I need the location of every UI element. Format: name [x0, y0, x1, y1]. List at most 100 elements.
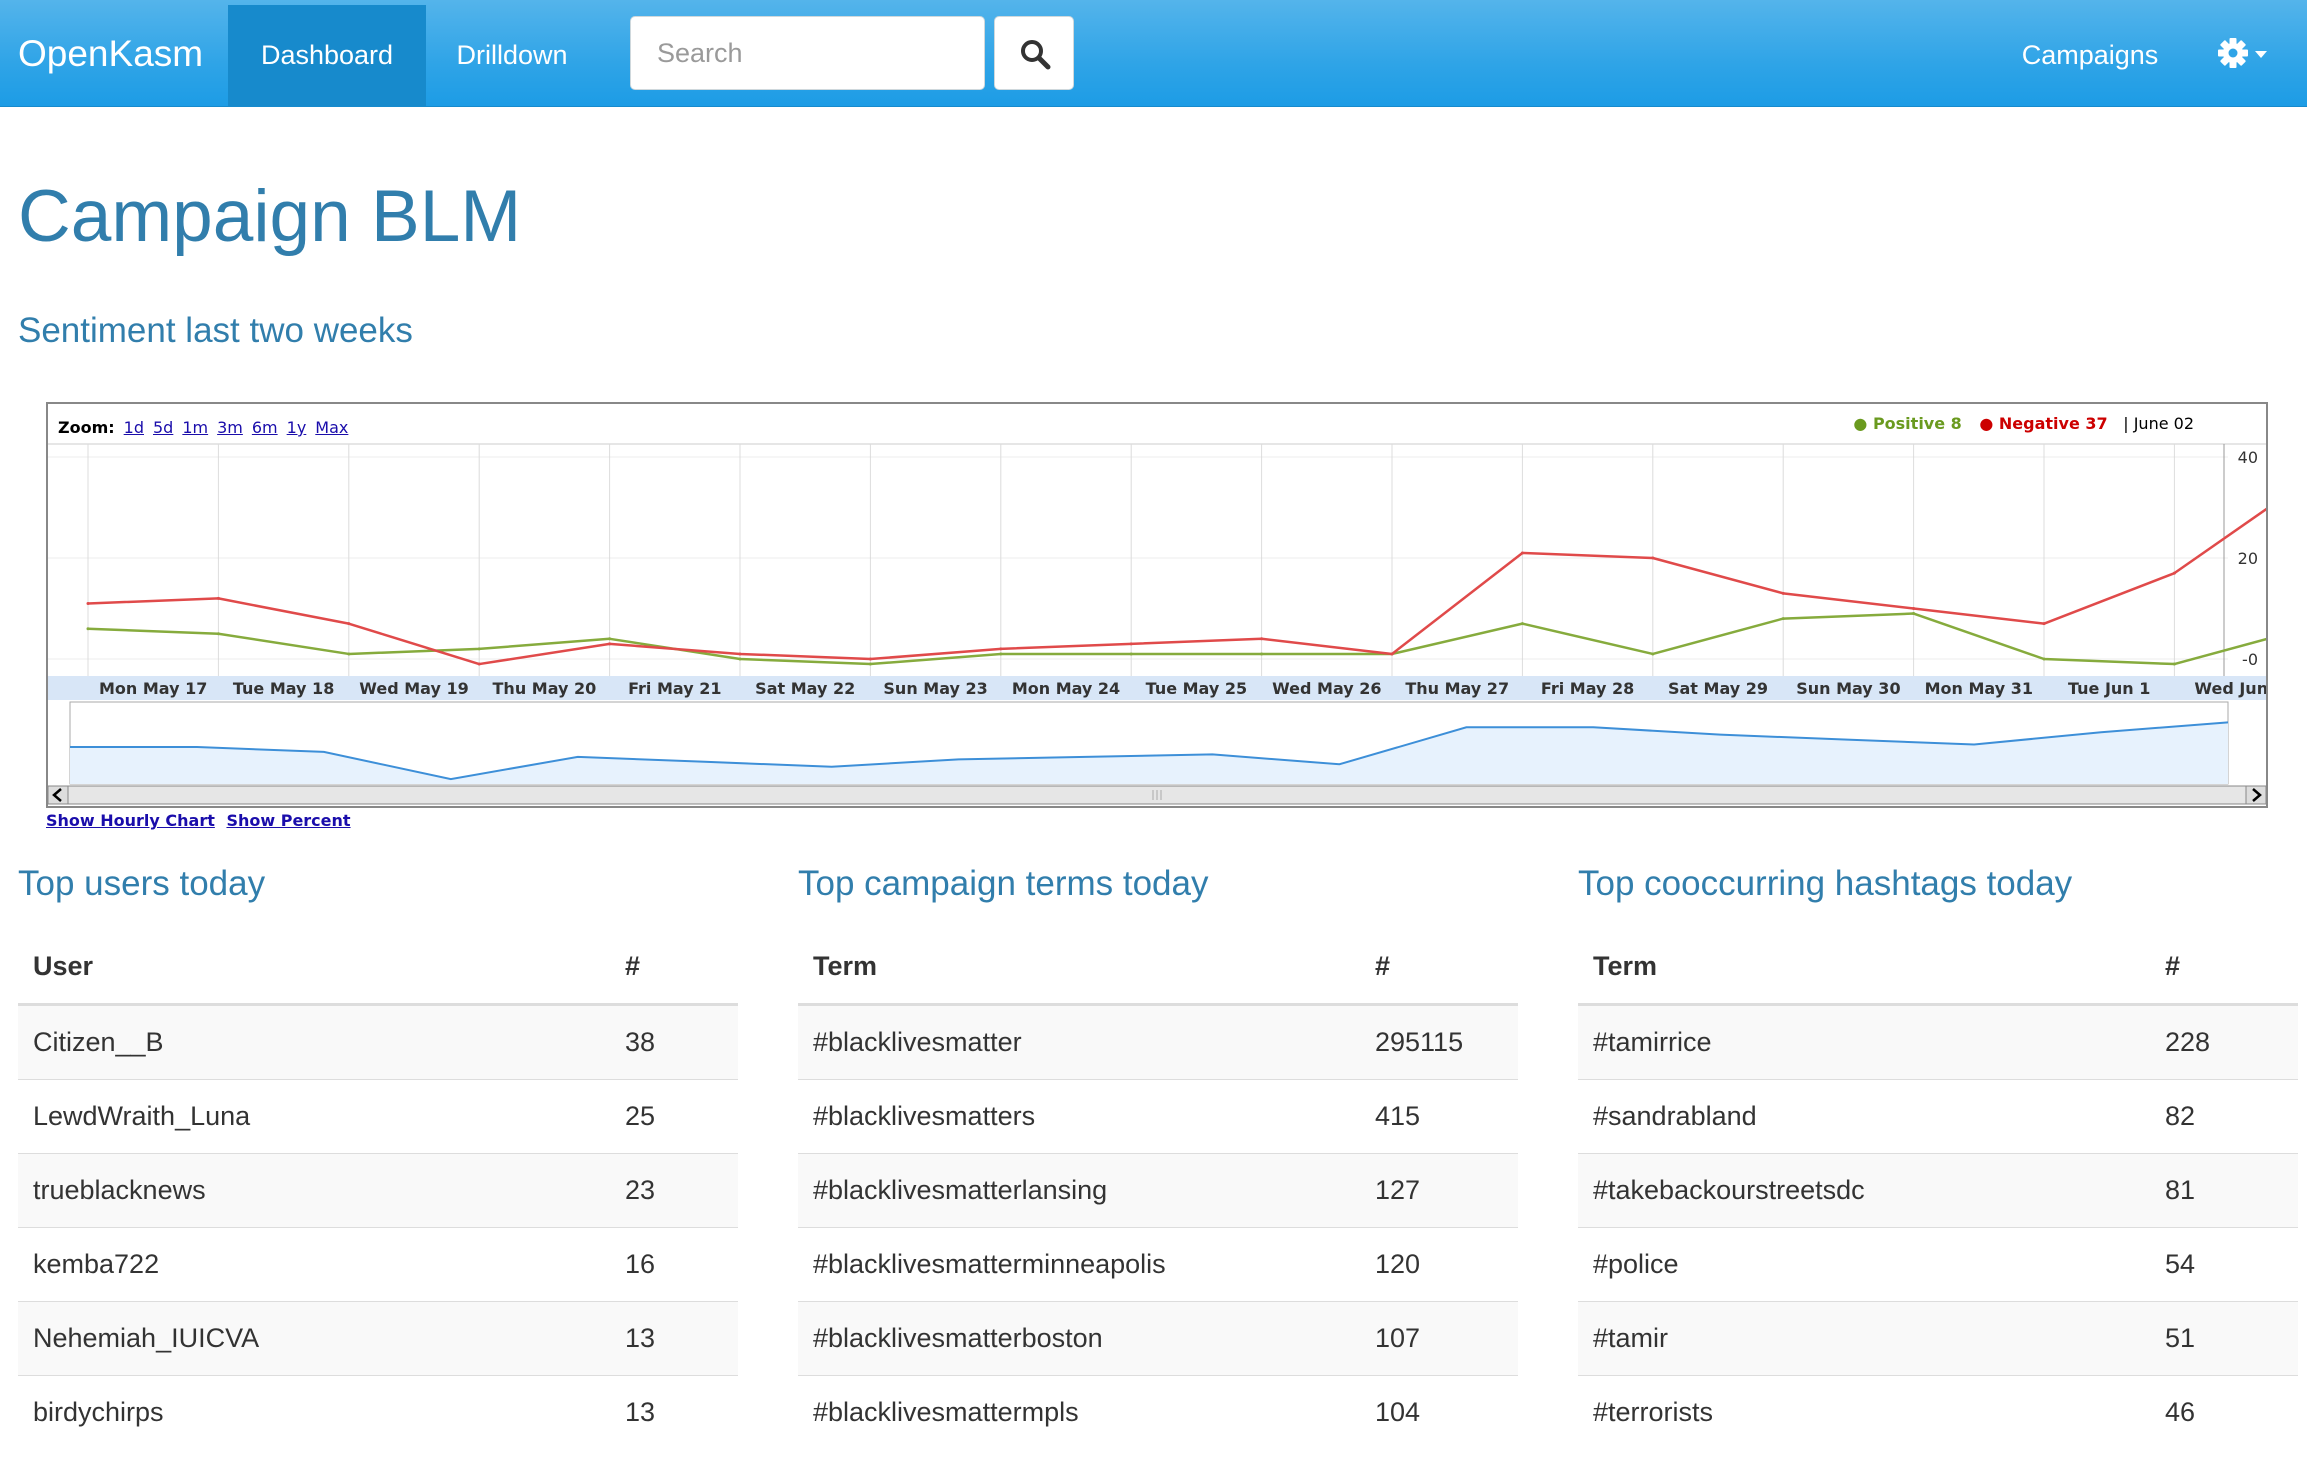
top-terms-heading: Top campaign terms today: [798, 864, 1209, 903]
x-tick-label: Mon May 17: [99, 679, 207, 698]
search-icon: [1021, 40, 1051, 70]
x-tick-label: Sat May 22: [755, 679, 855, 698]
col-count: #: [610, 930, 738, 1006]
search-button[interactable]: [994, 16, 1074, 90]
table-row[interactable]: Citizen__B 38: [18, 1004, 738, 1080]
data-point-negative: [868, 657, 872, 661]
data-point-positive: [347, 652, 351, 656]
data-point-positive: [1129, 652, 1133, 656]
zoom-label: Zoom:: [58, 418, 115, 437]
table-row[interactable]: #sandrabland 82: [1578, 1079, 2298, 1154]
brand-link[interactable]: OpenKasm: [18, 0, 203, 106]
x-tick-label: Tue May 18: [233, 679, 334, 698]
table-row[interactable]: trueblacknews 23: [18, 1153, 738, 1228]
data-point-negative: [1260, 637, 1264, 641]
col-term: Term: [798, 930, 1360, 1006]
data-point-negative: [1129, 642, 1133, 646]
data-point-negative: [86, 601, 90, 605]
data-point-positive: [999, 652, 1003, 656]
col-count: #: [2150, 930, 2298, 1006]
table-row[interactable]: #takebackourstreetsdc 81: [1578, 1153, 2298, 1228]
x-tick-label: Fri May 21: [628, 679, 721, 698]
data-point-negative: [608, 642, 612, 646]
top-hashtags-table: Term # #tamirrice 228 #sandrabland 82 #tak…: [1578, 930, 2298, 1449]
data-point-positive: [216, 632, 220, 636]
x-tick-label: Thu May 20: [493, 679, 597, 698]
zoom-5d[interactable]: 5d: [153, 418, 173, 437]
data-point-negative: [2042, 622, 2046, 626]
data-point-negative: [1651, 556, 1655, 560]
data-point-positive: [477, 647, 481, 651]
table-row[interactable]: LewdWraith_Luna 25: [18, 1079, 738, 1154]
nav-campaigns[interactable]: Campaigns: [2000, 5, 2180, 106]
col-term: Term: [1578, 930, 2150, 1006]
data-point-negative: [1781, 591, 1785, 595]
table-row[interactable]: #blacklivesmatterboston 107: [798, 1301, 1518, 1376]
data-point-positive: [1781, 617, 1785, 621]
y-tick-label: -0: [2242, 650, 2258, 669]
top-users-heading: Top users today: [18, 864, 266, 903]
x-tick-label: Sun May 23: [883, 679, 987, 698]
zoom-1y[interactable]: 1y: [287, 418, 307, 437]
scroll-left-button[interactable]: [48, 785, 69, 805]
search-input[interactable]: [630, 16, 985, 90]
table-row[interactable]: #blacklivesmatterlansing 127: [798, 1153, 1518, 1228]
table-row[interactable]: #blacklivesmattermpls 104: [798, 1375, 1518, 1449]
table-row[interactable]: #blacklivesmatter 295115: [798, 1004, 1518, 1080]
table-row[interactable]: #police 54: [1578, 1227, 2298, 1302]
x-tick-label: Wed Jun 2: [2194, 679, 2266, 698]
show-percent-link[interactable]: Show Percent: [226, 811, 350, 830]
x-tick-label: Tue May 25: [1146, 679, 1247, 698]
table-row[interactable]: kemba722 16: [18, 1227, 738, 1302]
legend-negative: ● Negative 37: [1979, 414, 2108, 433]
show-hourly-link[interactable]: Show Hourly Chart: [46, 811, 215, 830]
zoom-max[interactable]: Max: [315, 418, 348, 437]
nav-drilldown[interactable]: Drilldown: [426, 5, 598, 106]
legend-positive: ● Positive 8: [1853, 414, 1962, 433]
x-tick-label: Mon May 24: [1012, 679, 1120, 698]
series-line-positive: [87, 612, 2266, 666]
x-tick-label: Wed May 26: [1272, 679, 1381, 698]
zoom-3m[interactable]: 3m: [217, 418, 243, 437]
x-tick-label: Thu May 27: [1405, 679, 1509, 698]
chart-heading: Sentiment last two weeks: [18, 311, 413, 350]
data-point-negative: [216, 596, 220, 600]
chart-canvas: 40 20 -0 Mon May 17 Tue May 18 Wed May 19 Thu …: [48, 443, 2266, 805]
data-point-negative: [1912, 607, 1916, 610]
zoom-6m[interactable]: 6m: [252, 418, 278, 437]
top-terms-table: Term # #blacklivesmatter 295115 #blackliv…: [798, 930, 1518, 1449]
settings-dropdown[interactable]: [2215, 34, 2273, 74]
x-tick-label: Sat May 29: [1668, 679, 1768, 698]
x-tick-label: Wed May 19: [359, 679, 468, 698]
table-row[interactable]: Nehemiah_IUICVA 13: [18, 1301, 738, 1376]
data-point-positive: [1520, 622, 1524, 626]
data-point-positive: [868, 662, 872, 666]
data-point-positive: [1912, 612, 1916, 616]
chart-options: Show Hourly Chart Show Percent: [46, 811, 357, 830]
table-row[interactable]: #blacklivesmatterminneapolis 120: [798, 1227, 1518, 1302]
zoom-1d[interactable]: 1d: [124, 418, 144, 437]
x-tick-label: Sun May 30: [1796, 679, 1900, 698]
table-row[interactable]: #tamir 51: [1578, 1301, 2298, 1376]
x-tick-label: Tue Jun 1: [2068, 679, 2150, 698]
y-tick-label: 40: [2238, 448, 2258, 467]
data-point-positive: [2042, 657, 2046, 661]
data-point-negative: [477, 662, 481, 666]
scroll-right-button[interactable]: [2245, 785, 2266, 805]
data-point-negative: [1520, 551, 1524, 555]
y-tick-label: 20: [2238, 549, 2258, 568]
nav-dashboard[interactable]: Dashboard: [228, 5, 426, 106]
zoom-controls: Zoom: 1d 5d 1m 3m 6m 1y Max: [58, 418, 348, 437]
table-row[interactable]: #tamirrice 228: [1578, 1004, 2298, 1080]
table-row[interactable]: #blacklivesmatters 415: [798, 1079, 1518, 1154]
chart-legend: ● Positive 8 ● Negative 37 | June 02: [1853, 414, 2194, 433]
table-row[interactable]: birdychirps 13: [18, 1375, 738, 1449]
col-user: User: [18, 930, 610, 1006]
table-row[interactable]: #terrorists 46: [1578, 1375, 2298, 1449]
x-tick-label: Fri May 28: [1541, 679, 1634, 698]
zoom-1m[interactable]: 1m: [182, 418, 208, 437]
legend-date: | June 02: [2123, 414, 2194, 433]
data-point-positive: [608, 637, 612, 641]
top-hashtags-heading: Top cooccurring hashtags today: [1578, 864, 2073, 903]
data-point-negative: [347, 622, 351, 626]
